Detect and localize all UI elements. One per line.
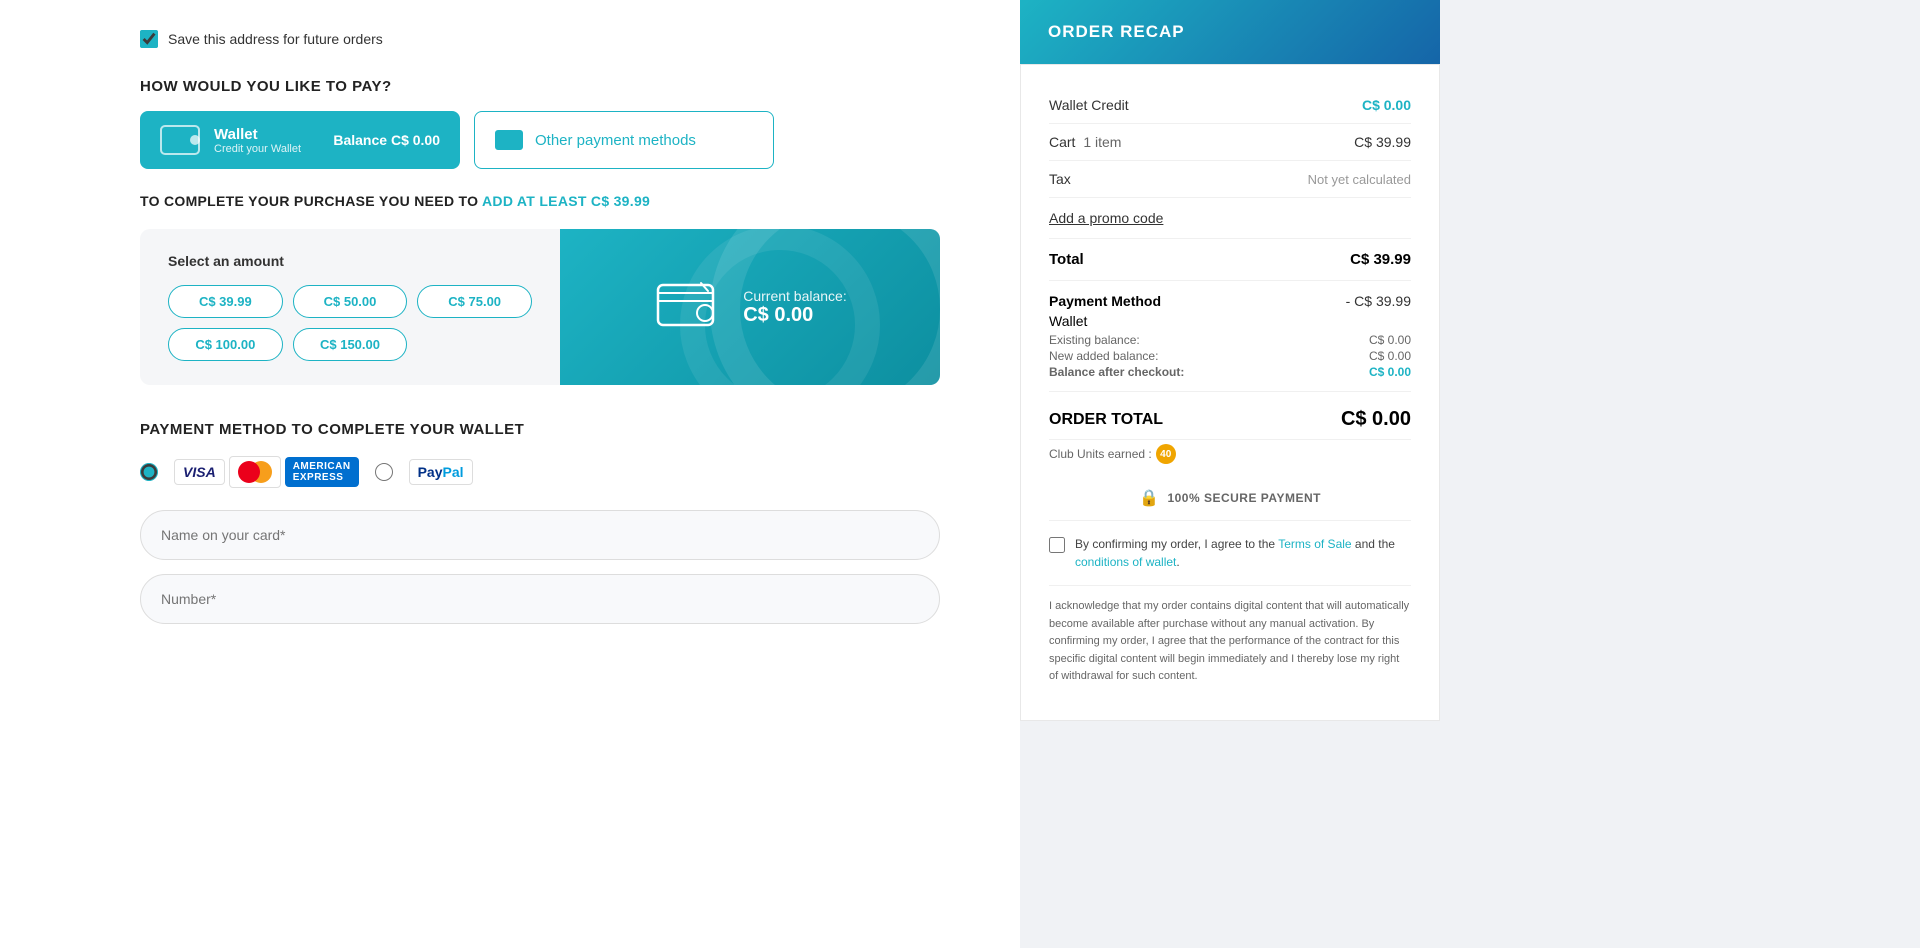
current-balance-display: Current balance: C$ 0.00 [743,288,847,327]
pm-value: - C$ 39.99 [1346,293,1411,309]
wallet-credit-value: C$ 0.00 [1362,97,1411,113]
wallet-balance: Balance C$ 0.00 [333,132,440,148]
card-logos: VISA AMERICANEXPRESS [174,456,359,488]
terms-checkbox[interactable] [1049,537,1065,553]
payment-options: Wallet Credit your Wallet Balance C$ 0.0… [140,111,940,169]
order-recap-header: ORDER RECAP [1020,0,1440,64]
club-units-label: Club Units earned : [1049,447,1152,461]
payment-methods-row: VISA AMERICANEXPRESS PayPal [140,456,940,488]
payment-method-section: PAYMENT METHOD TO COMPLETE YOUR WALLET V… [140,421,940,638]
club-badge: 40 [1156,444,1176,464]
pm-new-added-row: New added balance: C$ 0.00 [1049,349,1411,363]
mastercard-logo [229,456,281,488]
order-total-row: ORDER TOTAL C$ 0.00 [1049,392,1411,440]
wallet-credit-row: Wallet Credit C$ 0.00 [1049,87,1411,124]
pm-existing-label: Existing balance: [1049,333,1140,347]
terms-text: By confirming my order, I agree to the T… [1075,535,1411,571]
paypal-radio-group [375,463,393,481]
pm-label: Payment Method [1049,293,1161,309]
select-amount-label: Select an amount [168,253,532,269]
pm-wallet-label: Wallet [1049,313,1087,329]
pm-existing-row: Existing balance: C$ 0.00 [1049,333,1411,347]
cart-value: C$ 39.99 [1354,134,1411,150]
amount-btn-4[interactable]: C$ 150.00 [293,328,408,361]
payment-section-title: HOW WOULD YOU LIKE TO PAY? [140,78,940,95]
other-payment-label: Other payment methods [535,132,696,149]
card-payment-radio-group [140,463,158,481]
amount-btn-2[interactable]: C$ 75.00 [417,285,532,318]
wallet-display: Current balance: C$ 0.00 [560,229,940,385]
card-radio[interactable] [140,463,158,481]
pm-new-value: C$ 0.00 [1369,349,1411,363]
amount-selector: Select an amount C$ 39.99 C$ 50.00 C$ 75… [140,229,560,385]
promo-link[interactable]: Add a promo code [1049,198,1411,239]
amount-btn-3[interactable]: C$ 100.00 [168,328,283,361]
card-icon [495,130,523,150]
cart-items: 1 item [1083,134,1121,150]
payment-method-title: PAYMENT METHOD TO COMPLETE YOUR WALLET [140,421,940,438]
amex-logo: AMERICANEXPRESS [285,457,359,487]
pm-existing-value: C$ 0.00 [1369,333,1411,347]
wallet-name: Wallet [214,126,301,143]
save-address-label: Save this address for future orders [168,31,383,47]
card-number-input[interactable] [140,574,940,624]
other-payment-button[interactable]: Other payment methods [474,111,774,169]
pm-balance-after-label: Balance after checkout: [1049,365,1184,379]
current-balance-label: Current balance: [743,288,847,304]
tax-row: Tax Not yet calculated [1049,161,1411,198]
pm-wallet-row: Wallet [1049,313,1411,329]
cart-row: Cart 1 item C$ 39.99 [1049,124,1411,161]
mc-circle-left [238,461,260,483]
card-chip-icon [495,130,523,150]
wallet-top-up-section: Select an amount C$ 39.99 C$ 50.00 C$ 75… [140,229,940,385]
pm-balance-after-value: C$ 0.00 [1369,365,1411,379]
wallet-credit-label: Wallet Credit [1049,97,1129,113]
secure-payment-banner: 🔒 100% SECURE PAYMENT [1049,476,1411,521]
payment-method-recap: Payment Method - C$ 39.99 Wallet Existin… [1049,281,1411,392]
amount-btn-0[interactable]: C$ 39.99 [168,285,283,318]
tax-value: Not yet calculated [1308,172,1411,187]
amount-btn-1[interactable]: C$ 50.00 [293,285,408,318]
total-value: C$ 39.99 [1350,251,1411,268]
card-name-input[interactable] [140,510,940,560]
terms-of-sale-link[interactable]: Terms of Sale [1278,537,1351,551]
total-label: Total [1049,251,1084,268]
total-row: Total C$ 39.99 [1049,239,1411,281]
pm-new-label: New added balance: [1049,349,1158,363]
conditions-wallet-link[interactable]: conditions of wallet [1075,555,1176,569]
current-balance-value: C$ 0.00 [743,304,847,327]
secure-payment-text: 100% SECURE PAYMENT [1167,491,1321,505]
save-address-row: Save this address for future orders [140,30,940,48]
disclaimer-text: I acknowledge that my order contains dig… [1049,586,1411,698]
tax-label: Tax [1049,171,1071,187]
order-recap-body: Wallet Credit C$ 0.00 Cart 1 item C$ 39.… [1020,64,1440,721]
order-recap-title: ORDER RECAP [1048,22,1412,42]
wallet-payment-button[interactable]: Wallet Credit your Wallet Balance C$ 0.0… [140,111,460,169]
wallet-sub: Credit your Wallet [214,143,301,155]
amount-grid: C$ 39.99 C$ 50.00 C$ 75.00 C$ 100.00 C$ … [168,285,532,361]
order-total-value: C$ 0.00 [1341,408,1411,431]
cart-label: Cart 1 item [1049,134,1121,150]
visa-logo: VISA [174,459,225,485]
pm-balance-after-row: Balance after checkout: C$ 0.00 [1049,365,1411,379]
save-address-checkbox[interactable] [140,30,158,48]
club-units-row: Club Units earned : 40 [1049,440,1411,476]
purchase-warning: TO COMPLETE YOUR PURCHASE YOU NEED TO AD… [140,193,940,209]
paypal-radio[interactable] [375,463,393,481]
paypal-logo: PayPal [409,459,473,485]
wallet-text: Wallet Credit your Wallet [214,126,301,155]
lock-icon: 🔒 [1139,488,1159,508]
order-total-label: ORDER TOTAL [1049,411,1163,429]
wallet-display-icon [653,275,723,340]
terms-section: By confirming my order, I agree to the T… [1049,521,1411,586]
wallet-icon [160,125,200,155]
pm-header-row: Payment Method - C$ 39.99 [1049,293,1411,309]
purchase-warning-amount: ADD AT LEAST C$ 39.99 [482,193,650,209]
order-recap-sidebar: ORDER RECAP Wallet Credit C$ 0.00 Cart 1… [1020,0,1440,948]
